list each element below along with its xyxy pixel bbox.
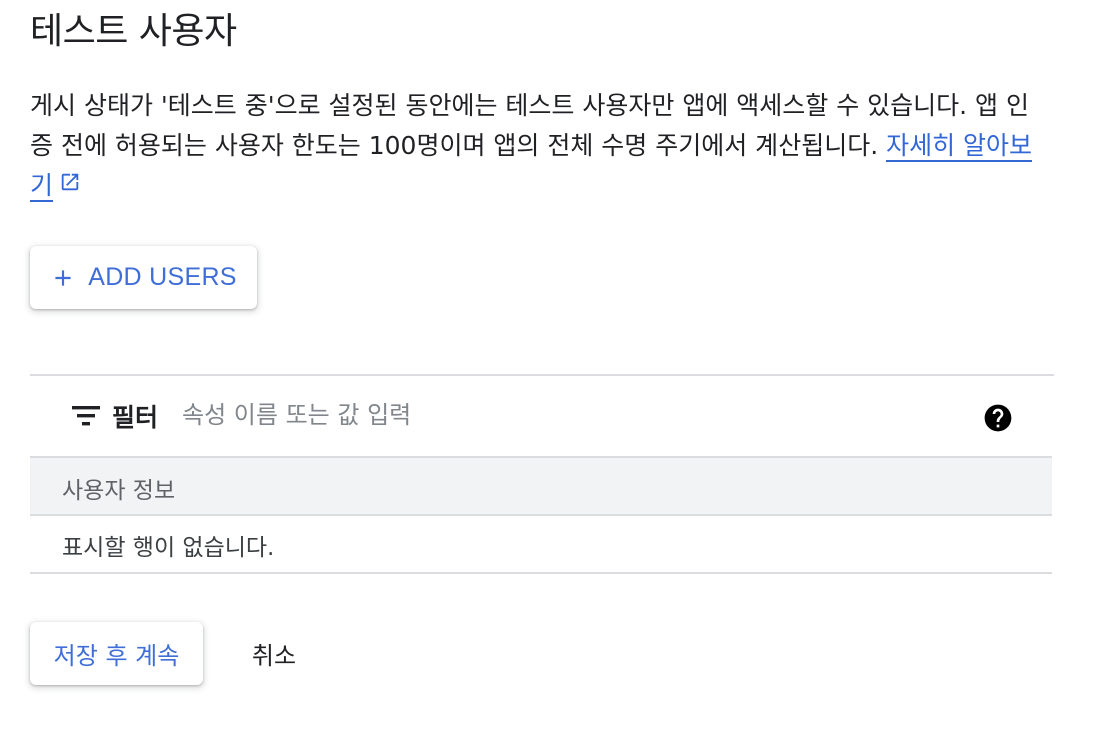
empty-message: 표시할 행이 없습니다. <box>62 535 275 561</box>
add-users-button[interactable]: ADD USERS <box>30 246 257 309</box>
help-circle-icon[interactable] <box>982 402 1014 438</box>
cancel-button[interactable]: 취소 <box>226 622 322 685</box>
column-header-user-info[interactable]: 사용자 정보 <box>62 471 175 505</box>
add-users-label: ADD USERS <box>88 263 237 291</box>
filter-list-icon <box>72 405 100 431</box>
plus-icon <box>50 265 76 291</box>
filter-input[interactable] <box>180 394 944 436</box>
filter-label: 필터 <box>112 403 159 432</box>
save-continue-button[interactable]: 저장 후 계속 <box>30 622 203 685</box>
description-text: 게시 상태가 '테스트 중'으로 설정된 동안에는 테스트 사용자만 앱에 액세… <box>30 91 1030 160</box>
page-title: 테스트 사용자 <box>30 11 237 52</box>
table-empty-row: 표시할 행이 없습니다. <box>30 516 1052 574</box>
page-description: 게시 상태가 '테스트 중'으로 설정된 동안에는 테스트 사용자만 앱에 액세… <box>30 86 1050 206</box>
filter-bar: 필터 <box>30 374 1054 456</box>
table-header: 사용자 정보 <box>30 456 1052 516</box>
open-in-new-icon[interactable] <box>59 165 81 205</box>
test-users-page: 테스트 사용자 게시 상태가 '테스트 중'으로 설정된 동안에는 테스트 사용… <box>0 0 1102 732</box>
